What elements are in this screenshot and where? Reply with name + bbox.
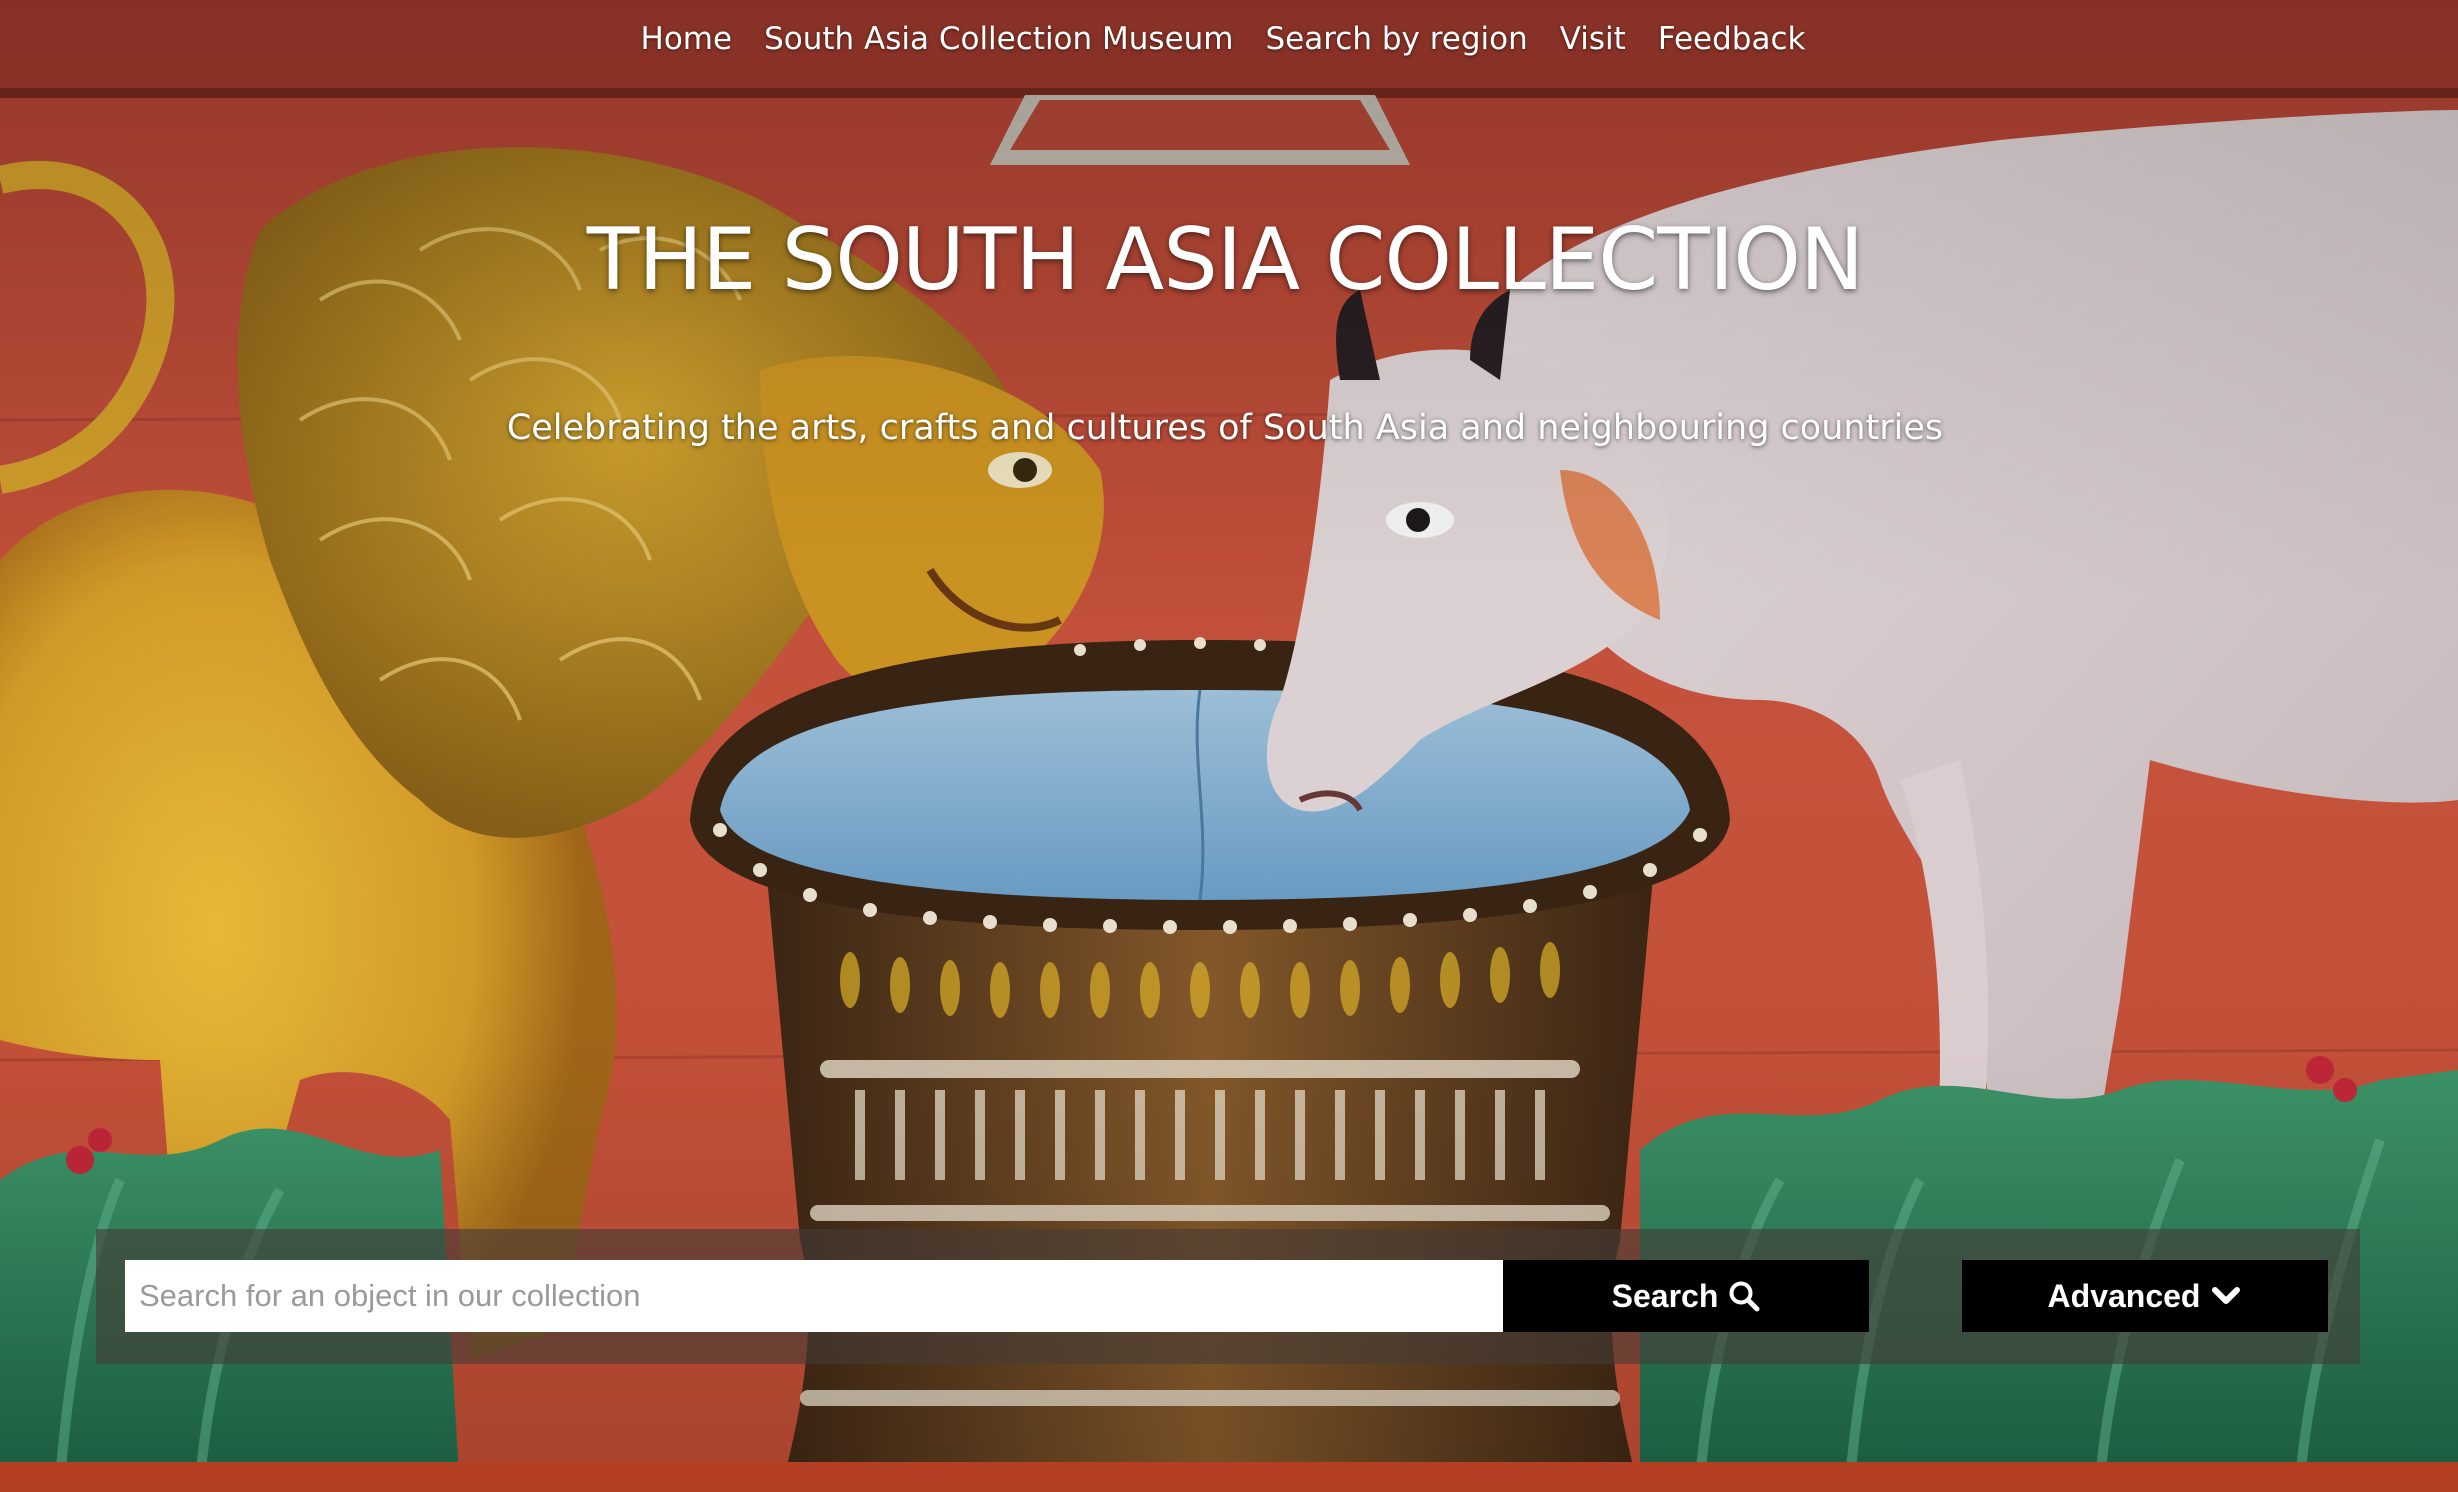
chevron-down-icon [2212, 1287, 2241, 1304]
search-button[interactable]: Search [1503, 1260, 1869, 1332]
nav-link-south-asia-collection-museum[interactable]: South Asia Collection Museum [764, 14, 1233, 64]
site-tagline: Celebrating the arts, crafts and culture… [506, 408, 1944, 448]
nav-link-feedback[interactable]: Feedback [1658, 14, 1806, 64]
search-button-label: Search [1611, 1277, 1719, 1314]
top-navigation: Home South Asia Collection Museum Search… [0, 14, 2452, 64]
nav-link-visit[interactable]: Visit [1560, 14, 1626, 64]
search-input[interactable] [125, 1260, 1503, 1332]
search-bar: Search Advanced [96, 1229, 2360, 1364]
page-title: THE SOUTH ASIA COLLECTION [586, 210, 1864, 310]
advanced-search-toggle[interactable]: Advanced [1962, 1260, 2328, 1332]
advanced-button-label: Advanced [2047, 1277, 2201, 1314]
nav-link-search-by-region[interactable]: Search by region [1265, 14, 1527, 64]
magnifier-icon [1729, 1281, 1760, 1312]
nav-link-home[interactable]: Home [641, 14, 733, 64]
